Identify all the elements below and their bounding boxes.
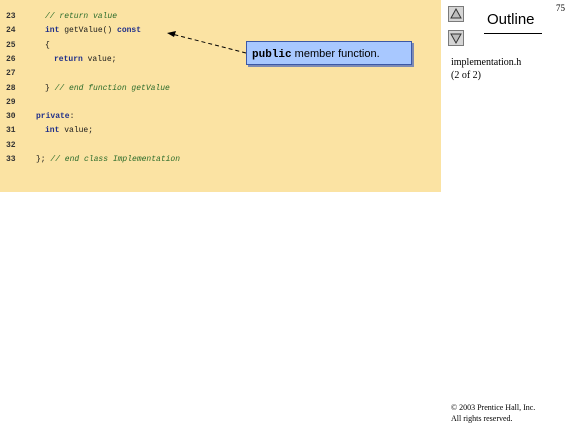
nav-up-button[interactable] [448, 6, 464, 22]
page-number: 75 [556, 3, 565, 13]
nav-down-button[interactable] [448, 30, 464, 46]
copyright-line-1: © 2003 Prentice Hall, Inc. [451, 403, 536, 412]
callout-text: member function. [291, 48, 380, 60]
callout-box: public member function. [246, 41, 412, 65]
outline-title: Outline [487, 11, 535, 28]
copyright: © 2003 Prentice Hall, Inc. All rights re… [451, 402, 535, 424]
callout-keyword: public [252, 49, 292, 61]
copyright-line-2: All rights reserved. [451, 414, 513, 423]
file-name: implementation.h [451, 57, 522, 68]
triangle-up-icon [450, 7, 462, 19]
outline-underline [484, 33, 542, 34]
triangle-down-icon [450, 33, 462, 45]
file-part: (2 of 2) [451, 70, 481, 81]
